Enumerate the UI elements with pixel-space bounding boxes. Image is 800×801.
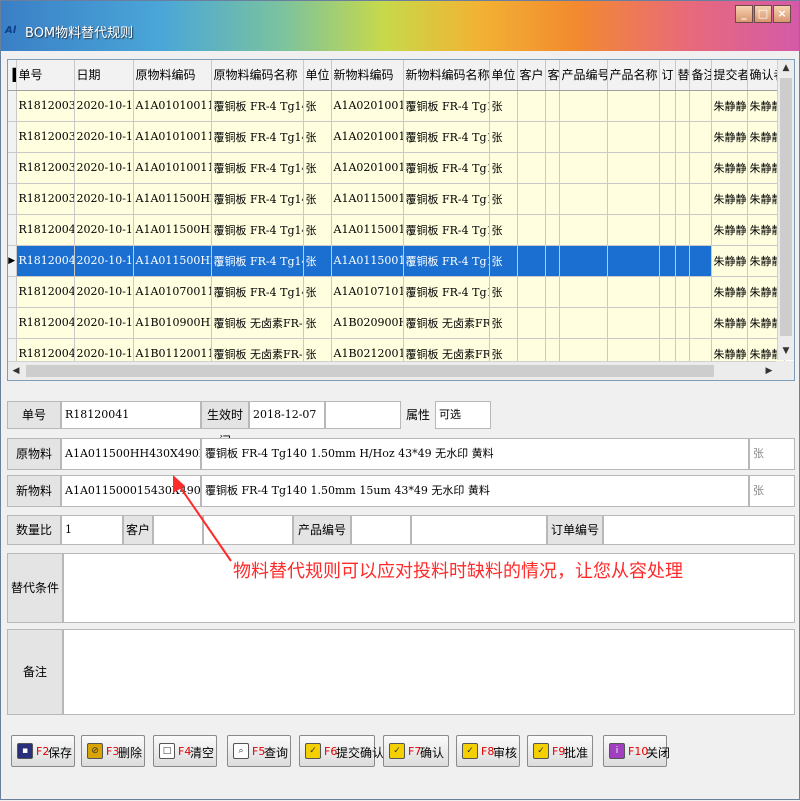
toolbar-button-f8[interactable]: ✓ F8 审核 xyxy=(456,735,520,767)
toolbar-button-f3[interactable]: ⊘ F3 删除 xyxy=(81,735,145,767)
toolbar-button-f2[interactable]: ▪ F2 保存 xyxy=(11,735,75,767)
toolbar-button-f6[interactable]: ✓ F6 提交确认 xyxy=(299,735,384,767)
button-label: 批准 xyxy=(564,746,589,760)
toolbar-button-f7[interactable]: ✓ F7 确认 xyxy=(383,735,449,767)
button-label: 保存 xyxy=(48,746,73,760)
button-label: 查询 xyxy=(264,746,289,760)
annotation-arrow xyxy=(173,475,232,562)
close-icon: i xyxy=(609,743,625,759)
app-window: Al BOM物料替代规则 _ □ × ▐单号日期原物料编码原物料编码名称单位新物… xyxy=(0,0,800,800)
approve-icon: ✓ xyxy=(533,743,549,759)
confirm-icon: ✓ xyxy=(389,743,405,759)
toolbar-button-f5[interactable]: ⌕ F5 查询 xyxy=(227,735,291,767)
button-label: 删除 xyxy=(118,746,143,760)
delete-icon: ⊘ xyxy=(87,743,103,759)
save-icon: ▪ xyxy=(17,743,33,759)
button-label: 关闭 xyxy=(646,746,671,760)
button-label: 清空 xyxy=(190,746,215,760)
close-button[interactable]: i F10 关闭 xyxy=(603,735,671,767)
button-label: 确认 xyxy=(420,746,445,760)
search-icon: ⌕ xyxy=(233,743,249,759)
toolbar-button-f9[interactable]: ✓ F9 批准 xyxy=(527,735,593,767)
audit-icon: ✓ xyxy=(462,743,478,759)
toolbar-button-f4[interactable]: □ F4 清空 xyxy=(153,735,217,767)
button-label: 审核 xyxy=(493,746,518,760)
clear-icon: □ xyxy=(159,743,175,759)
button-label: 提交确认 xyxy=(336,746,385,760)
submit-icon: ✓ xyxy=(305,743,321,759)
